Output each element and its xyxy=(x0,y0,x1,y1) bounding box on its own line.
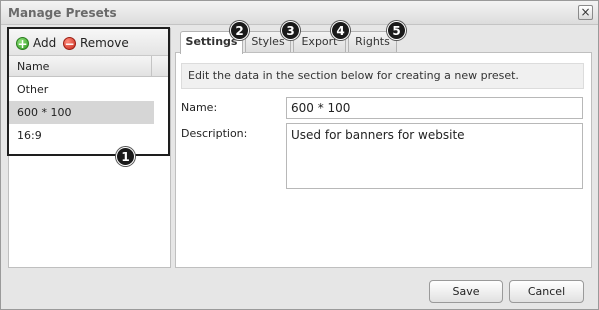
list-item-selected[interactable]: 600 * 100 xyxy=(9,101,154,124)
name-label: Name: xyxy=(181,101,218,114)
presets-toolbar: + Add − Remove xyxy=(9,29,170,56)
info-message: Edit the data in the section below for c… xyxy=(181,63,584,89)
callout-badge-3: 3 xyxy=(281,21,300,40)
column-separator xyxy=(151,56,152,76)
save-button[interactable]: Save xyxy=(429,280,503,303)
plus-circle-icon: + xyxy=(16,36,29,51)
title-bar: Manage Presets × xyxy=(1,1,598,25)
callout-badge-4: 4 xyxy=(331,21,350,40)
description-textarea[interactable]: Used for banners for website xyxy=(286,123,583,189)
list-header-label: Name xyxy=(17,60,50,73)
minus-circle-icon: − xyxy=(63,36,76,51)
dialog-title: Manage Presets xyxy=(8,6,117,20)
close-button[interactable]: × xyxy=(578,5,593,20)
list-item[interactable]: 16:9 xyxy=(9,124,154,147)
description-label: Description: xyxy=(181,127,248,140)
remove-label: Remove xyxy=(80,36,129,50)
list-header-name[interactable]: Name xyxy=(9,56,170,77)
add-label: Add xyxy=(33,36,57,50)
list-item[interactable]: Other xyxy=(9,78,154,101)
add-preset-button[interactable]: + Add xyxy=(16,35,56,51)
cancel-button[interactable]: Cancel xyxy=(509,280,584,303)
callout-badge-1: 1 xyxy=(116,147,135,166)
callout-badge-2: 2 xyxy=(230,21,249,40)
remove-preset-button[interactable]: − Remove xyxy=(63,35,129,51)
name-input[interactable]: 600 * 100 xyxy=(286,97,583,119)
callout-badge-5: 5 xyxy=(387,21,406,40)
close-icon: × xyxy=(580,5,591,19)
presets-panel: + Add − Remove Name Other 600 * 100 16:9 xyxy=(8,28,171,268)
